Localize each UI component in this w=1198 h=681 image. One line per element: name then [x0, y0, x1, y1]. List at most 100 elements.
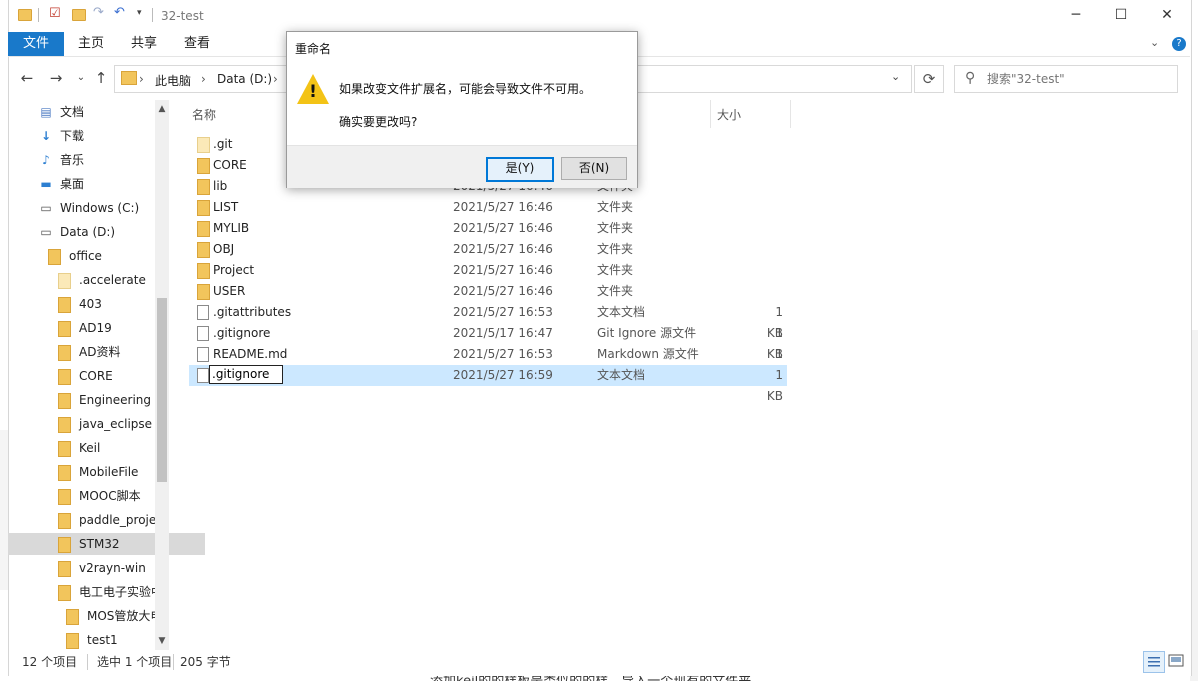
column-header-size[interactable]: 大小 — [717, 104, 741, 126]
quick-access-dropdown-icon[interactable]: ▾ — [137, 8, 142, 18]
folder-icon — [58, 440, 71, 457]
no-button[interactable]: 否(N) — [561, 157, 627, 180]
folder-icon — [197, 179, 210, 195]
nav-scrollbar-thumb[interactable] — [157, 298, 167, 482]
file-row[interactable]: .gitattributes 2021/5/27 16:53 文本文档 1 KB — [189, 302, 787, 340]
file-row[interactable]: Project 2021/5/27 16:46 文件夹 — [189, 260, 787, 281]
large-icons-view-icon — [1168, 654, 1184, 667]
sidebar-item-keil[interactable]: Keil — [58, 437, 163, 459]
column-separator[interactable] — [790, 100, 791, 128]
sidebar-item-music[interactable]: ♪ 音乐 — [38, 149, 84, 171]
sidebar-item-403[interactable]: 403 — [58, 293, 163, 315]
folder-icon — [66, 608, 79, 625]
file-row[interactable]: LIST 2021/5/27 16:46 文件夹 — [189, 197, 787, 218]
window-title: 32-test — [161, 9, 204, 23]
close-button[interactable]: ✕ — [1144, 4, 1190, 26]
sidebar-item-stm32[interactable]: STM32 — [8, 533, 205, 555]
sidebar-item-java-eclipse[interactable]: java_eclipse — [58, 413, 163, 435]
folder-icon — [197, 263, 210, 279]
folder-icon — [58, 296, 71, 313]
tab-file[interactable]: 文件 — [8, 32, 64, 56]
undo-icon[interactable]: ↶ — [114, 5, 125, 20]
warning-exclamation: ! — [309, 82, 317, 102]
tab-share[interactable]: 共享 — [131, 32, 157, 56]
minimize-button[interactable]: ─ — [1053, 4, 1099, 26]
expand-ribbon-icon[interactable]: ⌄ — [1150, 36, 1159, 49]
folder-icon — [58, 464, 71, 481]
sidebar-item-engineering[interactable]: Engineering t — [58, 389, 163, 411]
sidebar-item-v2rayn-win[interactable]: v2rayn-win — [58, 557, 163, 579]
large-icons-view-button[interactable] — [1166, 651, 1186, 671]
dialog-question: 确实要更改吗? — [339, 115, 418, 129]
refresh-button[interactable]: ⟳ — [914, 65, 944, 93]
recent-locations-icon[interactable]: ⌄ — [70, 67, 92, 89]
drive-icon: ▭ — [40, 201, 52, 215]
sidebar-item-electrical-lab[interactable]: 电工电子实验中 — [58, 581, 163, 603]
download-icon: ↓ — [40, 129, 52, 143]
file-row[interactable]: .gitignore 2021/5/17 16:47 Git Ignore 源文件 1… — [189, 323, 787, 361]
redo-icon[interactable]: ↷ — [93, 5, 104, 20]
status-separator — [173, 654, 174, 670]
details-view-button[interactable] — [1143, 651, 1165, 673]
scroll-down-icon[interactable]: ▼ — [155, 636, 169, 646]
tab-home[interactable]: 主页 — [78, 32, 104, 56]
sidebar-item-data-d[interactable]: ▭ Data (D:) — [38, 221, 115, 243]
sidebar-item-paddle-project[interactable]: paddle_proje — [58, 509, 163, 531]
folder-icon — [58, 368, 71, 385]
search-box[interactable]: ⚲ — [954, 65, 1178, 93]
sidebar-item-downloads[interactable]: ↓ 下载 — [38, 125, 84, 147]
text-file-icon — [197, 305, 209, 320]
sidebar-item-mos-amplifier[interactable]: MOS管放大电 — [66, 605, 163, 627]
sidebar-item-office[interactable]: office — [48, 245, 102, 267]
tab-view[interactable]: 查看 — [184, 32, 210, 56]
properties-icon[interactable]: ☑ — [49, 6, 61, 21]
back-button[interactable]: ← — [16, 67, 38, 89]
maximize-button[interactable]: ☐ — [1098, 4, 1144, 26]
sidebar-item-mooc-scripts[interactable]: MOOC脚本 — [58, 485, 163, 507]
file-row[interactable]: USER 2021/5/27 16:46 文件夹 — [189, 281, 787, 302]
up-button[interactable]: ↑ — [90, 67, 112, 89]
document-icon: ▤ — [40, 105, 52, 119]
rename-input[interactable] — [209, 365, 283, 384]
column-separator[interactable] — [710, 100, 711, 128]
status-selected: 选中 1 个项目 — [97, 655, 173, 669]
folder-icon — [58, 536, 71, 553]
folder-icon — [58, 560, 71, 577]
search-input[interactable] — [985, 71, 1174, 87]
sidebar-item-mobilefile[interactable]: MobileFile — [58, 461, 163, 483]
folder-icon — [58, 344, 71, 361]
file-row[interactable]: MYLIB 2021/5/27 16:46 文件夹 — [189, 218, 787, 239]
sidebar-item-accelerate[interactable]: .accelerate — [58, 269, 163, 291]
sidebar-item-ad-materials[interactable]: AD资料 — [58, 341, 163, 363]
sidebar-item-documents[interactable]: ▤ 文档 — [38, 101, 84, 123]
status-item-count: 12 个项目 — [22, 655, 78, 669]
sidebar-item-test1[interactable]: test1 — [66, 629, 163, 651]
breadcrumb-this-pc[interactable]: 此电脑 — [155, 72, 191, 89]
folder-icon — [48, 248, 61, 265]
folder-icon — [58, 488, 71, 505]
sidebar-item-desktop[interactable]: ▬ 桌面 — [38, 173, 84, 195]
breadcrumb-data-drive[interactable]: Data (D:) — [217, 72, 272, 86]
file-row[interactable]: README.md2021/5/27 16:53Markdown 源文件1 KB — [189, 344, 787, 382]
scroll-up-icon[interactable]: ▲ — [155, 104, 169, 114]
folder-icon — [197, 221, 210, 237]
breadcrumb-separator: › — [139, 72, 144, 86]
folder-icon — [58, 272, 71, 289]
new-folder-icon[interactable] — [72, 9, 86, 21]
address-dropdown-icon[interactable]: ⌄ — [891, 70, 900, 83]
sidebar-item-core[interactable]: CORE — [58, 365, 163, 387]
text-file-icon — [197, 368, 209, 383]
help-icon[interactable]: ? — [1172, 37, 1186, 51]
separator — [152, 8, 153, 22]
gitignore-file-icon — [197, 326, 209, 341]
file-row-selected[interactable]: 2021/5/27 16:59文本文档1 KB — [189, 365, 787, 403]
column-header-name[interactable]: 名称 — [192, 104, 216, 126]
sidebar-item-ad19[interactable]: AD19 — [58, 317, 163, 339]
forward-button[interactable]: → — [45, 67, 67, 89]
file-row[interactable]: OBJ 2021/5/27 16:46 文件夹 — [189, 239, 787, 260]
yes-button[interactable]: 是(Y) — [486, 157, 554, 182]
drive-icon: ▭ — [40, 225, 52, 239]
folder-icon — [18, 9, 32, 21]
desktop-icon: ▬ — [40, 177, 52, 191]
sidebar-item-windows-c[interactable]: ▭ Windows (C:) — [38, 197, 139, 219]
